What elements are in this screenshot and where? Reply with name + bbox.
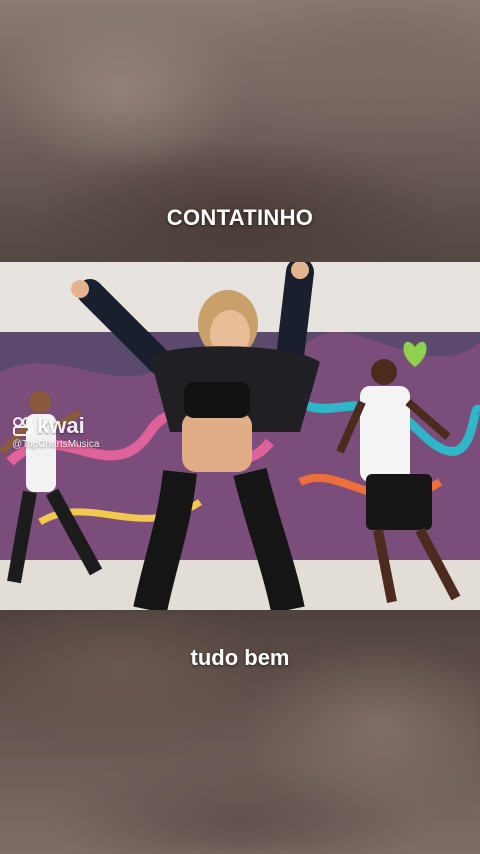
kwai-user-handle: @TopChartsMusica xyxy=(12,439,100,450)
caption-bottom: tudo bem xyxy=(190,645,290,670)
caption-top: CONTATINHO xyxy=(166,205,314,230)
kwai-brand-text: kwai xyxy=(37,413,85,438)
kwai-logo-icon xyxy=(13,417,33,436)
floor xyxy=(0,560,480,610)
kwai-watermark: kwai @TopChartsMusica xyxy=(12,413,100,451)
video-player-screen[interactable]: CONTATINHO kwai @TopChartsMusica tudo be… xyxy=(0,0,480,854)
